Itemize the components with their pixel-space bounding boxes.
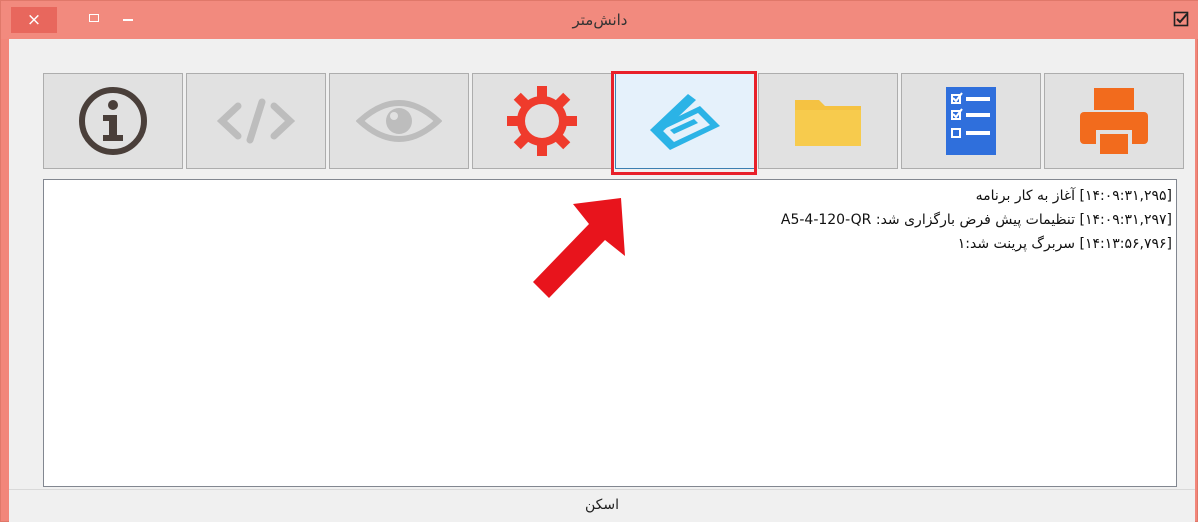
title-bar: × دانش‌متر (1, 1, 1198, 39)
print-button[interactable] (1044, 73, 1184, 169)
settings-button[interactable] (472, 73, 612, 169)
checklist-button[interactable] (901, 73, 1041, 169)
client-area: [۱۴:۰۹:۳۱,۲۹۵] آغاز به کار برنامه [۱۴:۰۹… (9, 39, 1195, 522)
status-bar: اسکن (9, 489, 1195, 522)
checklist-icon (946, 87, 996, 155)
window-title: دانش‌متر (572, 11, 628, 29)
eye-icon (356, 100, 442, 142)
folder-button[interactable] (758, 73, 898, 169)
annotation-arrow (533, 198, 625, 298)
gear-icon (507, 86, 577, 156)
checkbox-icon[interactable] (1173, 11, 1189, 27)
printer-icon (1080, 88, 1148, 154)
info-button[interactable] (43, 73, 183, 169)
highlight-box (611, 71, 757, 175)
view-button[interactable] (329, 73, 469, 169)
code-button[interactable] (186, 73, 326, 169)
folder-icon (795, 100, 861, 146)
code-icon (216, 98, 296, 144)
info-icon (79, 87, 147, 155)
status-text: اسکن (584, 497, 619, 513)
app-window: × دانش‌متر (0, 0, 1198, 522)
